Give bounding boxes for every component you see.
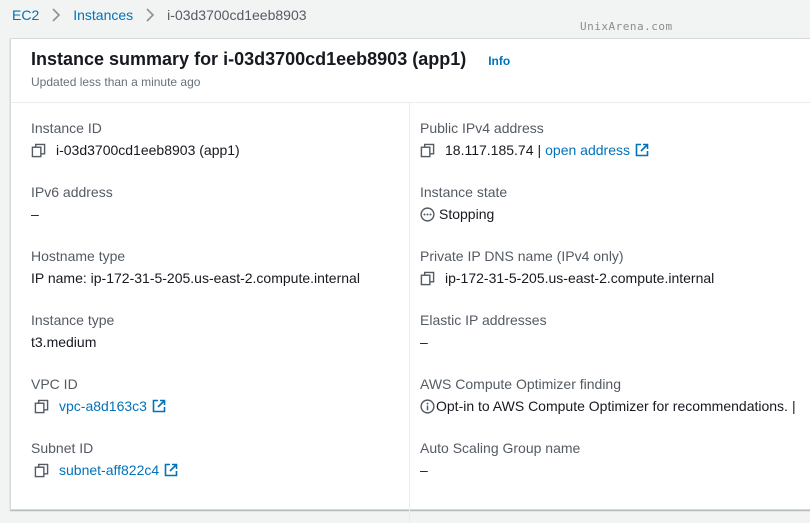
info-circle-icon [420,398,435,414]
instance-id-value: i-03d3700cd1eeb8903 (app1) [56,142,240,158]
field-label: AWS Compute Optimizer finding [420,376,621,392]
field-value: i-03d3700cd1eeb8903 (app1) [31,141,411,159]
instance-state-value: Stopping [439,206,495,222]
field-ipv6-address: IPv6 address – [31,183,411,223]
separator: | [537,142,542,158]
field-label: IPv6 address [31,184,113,200]
field-value: t3.medium [31,334,97,350]
field-value: Stopping [420,205,800,223]
subnet-id-link[interactable]: subnet-aff822c4 [59,461,159,479]
copy-icon[interactable] [34,463,49,478]
field-value: subnet-aff822c4 [34,461,411,479]
separator: | [791,398,796,414]
field-label: VPC ID [31,376,78,392]
field-public-ipv4-address: Public IPv4 address 18.117.185.74 | open… [420,119,800,159]
breadcrumb-current-instance: i-03d3700cd1eeb8903 [167,7,307,23]
open-address-link[interactable]: open address [545,141,630,159]
breadcrumb-ec2-link[interactable]: EC2 [12,7,39,23]
field-label: Hostname type [31,248,126,264]
page-title-text: Instance summary for i-03d3700cd1eeb8903… [31,49,467,69]
page-title: Instance summary for i-03d3700cd1eeb8903… [31,49,510,70]
optimizer-value: Opt-in to AWS Compute Optimizer for reco… [436,398,788,414]
chevron-right-icon [145,8,155,22]
panel-header: Instance summary for i-03d3700cd1eeb8903… [11,39,810,103]
field-value: 18.117.185.74 | open address [420,141,800,159]
info-link[interactable]: Info [488,54,510,68]
field-label: Auto Scaling Group name [420,440,581,456]
vpc-id-link[interactable]: vpc-a8d163c3 [59,397,147,415]
field-private-ip-dns-name: Private IP DNS name (IPv4 only) ip-172-3… [420,247,800,287]
copy-icon[interactable] [31,143,46,158]
copy-icon[interactable] [34,399,49,414]
field-instance-state: Instance state Stopping [420,183,800,223]
field-value: Opt-in to AWS Compute Optimizer for reco… [420,397,800,415]
field-value: vpc-a8d163c3 [34,397,411,415]
breadcrumb-instances-link[interactable]: Instances [73,7,133,23]
field-label: Public IPv4 address [420,120,544,136]
chevron-right-icon [51,8,61,22]
stopping-status-icon [420,206,435,222]
field-label: Instance ID [31,120,102,136]
watermark: UnixArena.com [580,20,673,33]
field-label: Elastic IP addresses [420,312,547,328]
field-auto-scaling-group-name: Auto Scaling Group name – [420,439,800,479]
external-link-icon[interactable] [152,399,166,413]
field-elastic-ip-addresses: Elastic IP addresses – [420,311,800,351]
field-value: – [31,206,39,222]
private-dns-value: ip-172-31-5-205.us-east-2.compute.intern… [445,270,715,286]
copy-icon[interactable] [420,143,435,158]
field-instance-type: Instance type t3.medium [31,311,411,351]
public-ip-value: 18.117.185.74 [445,142,534,158]
breadcrumb: EC2 Instances i-03d3700cd1eeb8903 [12,0,307,30]
field-label: Subnet ID [31,440,94,456]
field-compute-optimizer-finding: AWS Compute Optimizer finding Opt-in to … [420,375,800,415]
field-hostname-type: Hostname type IP name: ip-172-31-5-205.u… [31,247,411,287]
instance-summary-panel: Instance summary for i-03d3700cd1eeb8903… [10,38,810,523]
external-link-icon[interactable] [635,143,649,157]
field-label: Instance type [31,312,115,328]
field-subnet-id: Subnet ID subnet-aff822c4 [31,439,411,479]
field-value: ip-172-31-5-205.us-east-2.compute.intern… [420,269,800,287]
external-link-icon[interactable] [164,463,178,477]
copy-icon[interactable] [420,271,435,286]
field-label: Private IP DNS name (IPv4 only) [420,248,624,264]
field-label: Instance state [420,184,508,200]
field-value: IP name: ip-172-31-5-205.us-east-2.compu… [31,270,360,286]
updated-timestamp: Updated less than a minute ago [31,75,201,89]
field-vpc-id: VPC ID vpc-a8d163c3 [31,375,411,415]
field-instance-id: Instance ID i-03d3700cd1eeb8903 (app1) [31,119,411,159]
field-value: – [420,462,428,478]
field-value: – [420,334,428,350]
